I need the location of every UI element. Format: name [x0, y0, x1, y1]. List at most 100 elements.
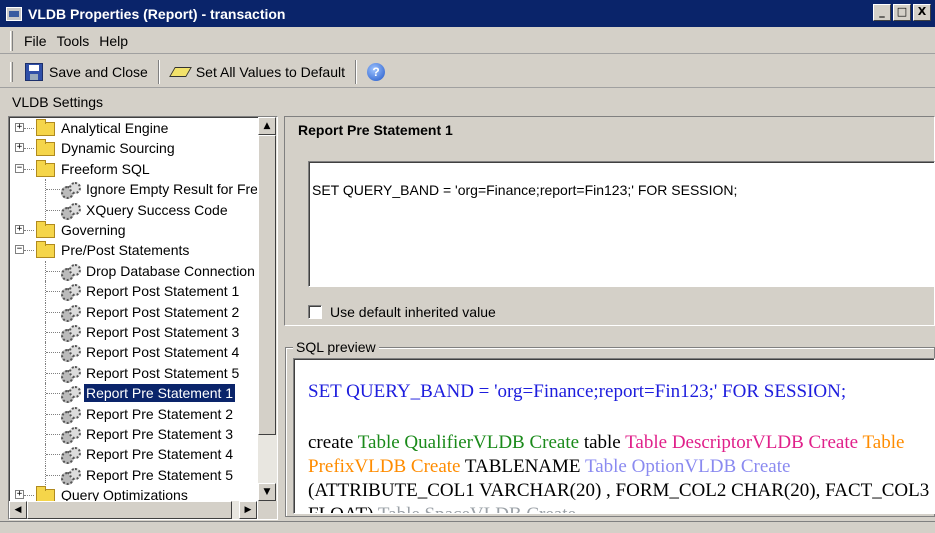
- tree-item-label: Report Pre Statement 1: [82, 383, 237, 404]
- tree-item-label: Report Post Statement 4: [86, 344, 240, 361]
- tree-item[interactable]: XQuery Success Code: [9, 199, 257, 220]
- tree-rows: + Analytical Engine + Dynamic Sourcing − Free…: [9, 117, 257, 501]
- tree-connector: [24, 128, 34, 129]
- tree-item[interactable]: Report Pre Statement 3: [9, 424, 257, 444]
- tree-item[interactable]: Report Post Statement 4: [9, 342, 257, 363]
- setting-value-field[interactable]: SET QUERY_BAND = 'org=Finance;report=Fin…: [308, 161, 935, 287]
- scroll-down-arrow-icon[interactable]: ▼: [258, 483, 276, 501]
- setting-title: Report Pre Statement 1: [298, 122, 453, 138]
- title-bar[interactable]: VLDB Properties (Report) - transaction _…: [0, 0, 935, 27]
- horizontal-scroll-thumb[interactable]: [27, 501, 232, 519]
- expand-icon[interactable]: +: [15, 123, 24, 132]
- tree-item[interactable]: + Governing: [9, 220, 257, 240]
- tree-item-label: Freeform SQL: [61, 160, 150, 177]
- save-and-close-button[interactable]: Save and Close: [19, 59, 154, 85]
- toolbar-grip: [10, 61, 13, 82]
- tree-item[interactable]: + Analytical Engine: [9, 118, 257, 138]
- scroll-corner: [258, 501, 277, 519]
- help-icon: ?: [367, 62, 386, 81]
- tree-connector: [46, 352, 60, 354]
- sql-preview-create-statement: create Table QualifierVLDB Create table …: [308, 431, 934, 513]
- folder-icon: [36, 221, 55, 238]
- tree-item-label: Pre/Post Statements: [61, 242, 190, 259]
- settings-tree[interactable]: + Analytical Engine + Dynamic Sourcing − Free…: [8, 116, 278, 520]
- window-controls: _ □ X: [873, 4, 931, 21]
- menu-grip: [10, 30, 13, 51]
- toolbar: Save and Close Set All Values to Default…: [0, 56, 935, 88]
- tree-item[interactable]: Drop Database Connection: [9, 260, 257, 281]
- folder-icon: [36, 139, 55, 157]
- gear-icon: [61, 447, 81, 465]
- tree-connector: [24, 168, 34, 170]
- toolbar-separator: [355, 59, 358, 84]
- close-button[interactable]: X: [913, 4, 931, 21]
- expand-icon[interactable]: +: [15, 225, 24, 234]
- tree-item-label: XQuery Success Code: [86, 201, 228, 218]
- maximize-button[interactable]: □: [893, 4, 911, 21]
- tree-item-label: Ignore Empty Result for Fre: [86, 181, 257, 198]
- tree-item-label: Report Pre Statement 3: [86, 426, 234, 442]
- expand-icon[interactable]: +: [15, 490, 24, 500]
- tree-item[interactable]: Report Post Statement 3: [9, 322, 257, 342]
- menu-help[interactable]: Help: [94, 33, 133, 49]
- tree-connector: [46, 413, 60, 415]
- eraser-icon: [170, 65, 190, 79]
- help-button[interactable]: ?: [361, 59, 391, 85]
- tree-item[interactable]: Report Pre Statement 2: [9, 403, 257, 424]
- sql-preview-legend: SQL preview: [293, 339, 379, 355]
- folder-icon: [36, 486, 55, 501]
- scroll-up-arrow-icon[interactable]: ▲: [258, 117, 276, 135]
- tree-item[interactable]: Report Post Statement 2: [9, 301, 257, 322]
- window-title: VLDB Properties (Report) - transaction: [28, 5, 286, 22]
- menu-tools[interactable]: Tools: [52, 33, 95, 49]
- use-default-row[interactable]: Use default inherited value: [308, 304, 496, 320]
- tree-connector: [46, 434, 60, 435]
- tree-item-label: Report Post Statement 2: [86, 303, 240, 320]
- vldb-properties-window: VLDB Properties (Report) - transaction _…: [0, 0, 935, 533]
- tree-horizontal-scrollbar[interactable]: ◀ ▶: [9, 501, 257, 519]
- scroll-left-arrow-icon[interactable]: ◀: [9, 501, 27, 519]
- tree-connector: [24, 495, 34, 497]
- tree-item[interactable]: Report Post Statement 5: [9, 362, 257, 383]
- tree-vertical-scrollbar[interactable]: ▲ ▼: [258, 117, 277, 501]
- tree-item-label: Governing: [61, 222, 126, 238]
- tree-item-label: Report Post Statement 1: [86, 283, 240, 300]
- sql-preview-segment: TABLENAME: [460, 456, 585, 477]
- sql-preview-query-band: SET QUERY_BAND = 'org=Finance;report=Fin…: [308, 381, 847, 402]
- menu-file[interactable]: File: [19, 33, 52, 49]
- setting-value-text: SET QUERY_BAND = 'org=Finance;report=Fin…: [312, 182, 738, 198]
- tree-connector: [24, 148, 34, 150]
- tree-item[interactable]: Report Pre Statement 1: [9, 383, 257, 404]
- folder-icon: [36, 119, 55, 136]
- set-all-defaults-button[interactable]: Set All Values to Default: [164, 59, 351, 85]
- menu-bar: File Tools Help: [0, 28, 935, 54]
- tree-item[interactable]: + Query Optimizations: [9, 485, 257, 501]
- gear-icon: [61, 345, 81, 363]
- tree-item[interactable]: − Pre/Post Statements: [9, 240, 257, 260]
- gear-icon: [61, 427, 81, 444]
- tree-item[interactable]: Report Post Statement 1: [9, 281, 257, 302]
- status-bar: [0, 521, 935, 533]
- collapse-icon[interactable]: −: [15, 245, 24, 255]
- sql-preview-box[interactable]: SET QUERY_BAND = 'org=Finance;report=Fin…: [293, 358, 935, 514]
- tree-item-label: Report Pre Statement 4: [86, 446, 234, 463]
- tree-item[interactable]: Report Pre Statement 4: [9, 444, 257, 465]
- tree-item[interactable]: Ignore Empty Result for Fre: [9, 179, 257, 200]
- tree-item[interactable]: − Freeform SQL: [9, 159, 257, 179]
- scroll-right-arrow-icon[interactable]: ▶: [239, 501, 257, 519]
- use-default-label: Use default inherited value: [330, 304, 496, 320]
- gear-icon: [61, 467, 81, 485]
- vertical-scroll-thumb[interactable]: [258, 135, 276, 435]
- tree-connector: [46, 332, 60, 333]
- use-default-checkbox[interactable]: [308, 305, 322, 319]
- folder-icon: [36, 241, 55, 259]
- tree-item[interactable]: + Dynamic Sourcing: [9, 138, 257, 158]
- tree-item-label: Report Post Statement 3: [86, 324, 240, 340]
- minimize-button[interactable]: _: [873, 4, 891, 21]
- sql-preview-segment: Table Space: [378, 504, 470, 513]
- app-icon: [6, 6, 22, 21]
- expand-icon[interactable]: +: [15, 143, 24, 153]
- tree-connector: [46, 291, 60, 293]
- collapse-icon[interactable]: −: [15, 163, 24, 173]
- tree-item[interactable]: Report Pre Statement 5: [9, 464, 257, 485]
